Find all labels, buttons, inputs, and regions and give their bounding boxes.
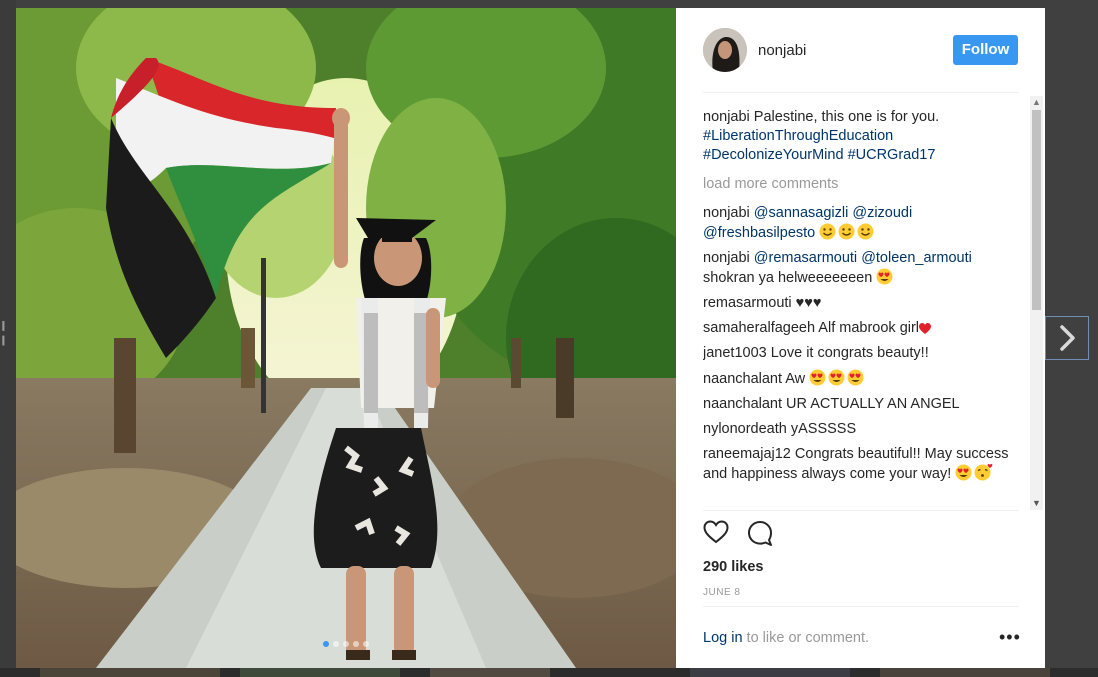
carousel-dot[interactable] xyxy=(323,641,329,647)
comment: samaheralfageeh Alf mabrook girl xyxy=(703,319,1023,338)
comment-username[interactable]: raneemajaj12 xyxy=(703,446,791,462)
comment-icon[interactable] xyxy=(747,520,773,551)
background-thumbnails-strip xyxy=(0,668,1098,677)
comments-scrollbar[interactable]: ▲ ▼ xyxy=(1030,96,1043,510)
grinning-face-emoji xyxy=(838,223,855,240)
graduation-photo-illustration xyxy=(16,8,676,668)
heart-eyes-emoji xyxy=(876,268,893,285)
footer-divider xyxy=(703,606,1018,607)
carousel-dot[interactable] xyxy=(343,641,349,647)
avatar[interactable] xyxy=(703,28,747,72)
caption: nonjabi Palestine, this one is for you. … xyxy=(703,108,1023,165)
scroll-down-arrow-icon[interactable]: ▼ xyxy=(1032,499,1041,508)
comment-username[interactable]: naanchalant xyxy=(703,396,782,412)
login-prompt: Log in to like or comment. xyxy=(703,630,869,646)
post-photo[interactable] xyxy=(16,8,676,668)
comment-username[interactable]: naanchalant xyxy=(703,371,782,387)
mention-link[interactable]: @toleen_armouti xyxy=(861,250,972,266)
previous-post-edge: ¦ xyxy=(0,0,16,677)
comment-text: yASSSSS xyxy=(790,421,857,437)
post-details-panel: nonjabi Follow nonjabi Palestine, this o… xyxy=(676,8,1045,668)
comment-username[interactable]: nylonordeath xyxy=(703,421,787,437)
comment-text: UR ACTUALLY AN ANGEL xyxy=(786,396,960,412)
grinning-face-emoji xyxy=(819,223,836,240)
post-username[interactable]: nonjabi xyxy=(758,42,806,59)
hashtag-link[interactable]: #DecolonizeYourMind xyxy=(703,147,844,163)
carousel-dot[interactable] xyxy=(363,641,369,647)
comments-list[interactable]: nonjabi Palestine, this one is for you. … xyxy=(703,108,1023,510)
comment: janet1003 Love it congrats beauty!! xyxy=(703,344,1023,363)
left-edge-glyph: ¦ xyxy=(0,316,7,346)
comments-divider xyxy=(703,510,1018,511)
post-header: nonjabi Follow xyxy=(676,8,1045,92)
comment-username[interactable]: janet1003 xyxy=(703,345,767,361)
comment-username[interactable]: samaheralfageeh xyxy=(703,320,815,336)
grinning-face-emoji xyxy=(857,223,874,240)
mention-link[interactable]: @freshbasilpesto xyxy=(703,225,815,241)
comment: remasarmouti ♥♥♥ xyxy=(703,294,1023,313)
heart-eyes-emoji xyxy=(955,464,972,481)
more-options-icon[interactable]: ••• xyxy=(999,628,1021,646)
chevron-right-icon xyxy=(1060,325,1075,351)
login-prompt-text: to like or comment. xyxy=(742,630,870,646)
heart-eyes-emoji xyxy=(847,369,864,386)
comment: nonjabi @sannasagizli @zizoudi @freshbas… xyxy=(703,204,1023,243)
comment-username[interactable]: nonjabi xyxy=(703,205,750,221)
mention-link[interactable]: @sannasagizli xyxy=(754,205,849,221)
comment: nylonordeath yASSSSS xyxy=(703,420,1023,439)
hashtag-link[interactable]: #LiberationThroughEducation xyxy=(703,128,893,144)
mention-link[interactable]: @zizoudi xyxy=(852,205,912,221)
likes-count[interactable]: 290 likes xyxy=(703,559,763,575)
heart-icon[interactable] xyxy=(703,520,729,549)
header-divider xyxy=(703,92,1018,93)
caption-text: Palestine, this one is for you. xyxy=(753,109,940,125)
comment-text: Love it congrats beauty!! xyxy=(770,345,929,361)
login-link[interactable]: Log in xyxy=(703,630,743,646)
scrollbar-thumb[interactable] xyxy=(1032,110,1041,310)
heart-eyes-emoji xyxy=(828,369,845,386)
carousel-dot[interactable] xyxy=(353,641,359,647)
comment-username[interactable]: nonjabi xyxy=(703,109,750,125)
comment-text: shokran ya helweeeeeeen xyxy=(703,270,873,286)
load-more-comments-link[interactable]: load more comments xyxy=(703,175,1023,194)
comment: naanchalant Aw xyxy=(703,369,1023,389)
scroll-up-arrow-icon[interactable]: ▲ xyxy=(1032,98,1041,107)
comment-text: Alf mabrook girl xyxy=(818,320,920,336)
follow-button[interactable]: Follow xyxy=(953,35,1018,65)
carousel-dot[interactable] xyxy=(333,641,339,647)
comment: raneemajaj12 Congrats beautiful!! May su… xyxy=(703,445,1023,484)
comment-username[interactable]: nonjabi xyxy=(703,250,750,266)
heart-eyes-emoji xyxy=(809,369,826,386)
post-date[interactable]: JUNE 8 xyxy=(703,587,740,598)
carousel-indicator xyxy=(16,634,676,652)
comment-text: Aw xyxy=(785,371,806,387)
kissing-heart-emoji xyxy=(974,464,994,481)
next-post-button[interactable] xyxy=(1045,316,1089,360)
comment-username[interactable]: remasarmouti xyxy=(703,295,792,311)
comment: nonjabi @remasarmouti @toleen_armouti sh… xyxy=(703,249,1023,288)
red-heart-emoji xyxy=(919,323,932,335)
comment-text: ♥♥♥ xyxy=(795,295,822,311)
hashtag-link[interactable]: #UCRGrad17 xyxy=(848,147,936,163)
mention-link[interactable]: @remasarmouti xyxy=(754,250,857,266)
comment: naanchalant UR ACTUALLY AN ANGEL xyxy=(703,395,1023,414)
